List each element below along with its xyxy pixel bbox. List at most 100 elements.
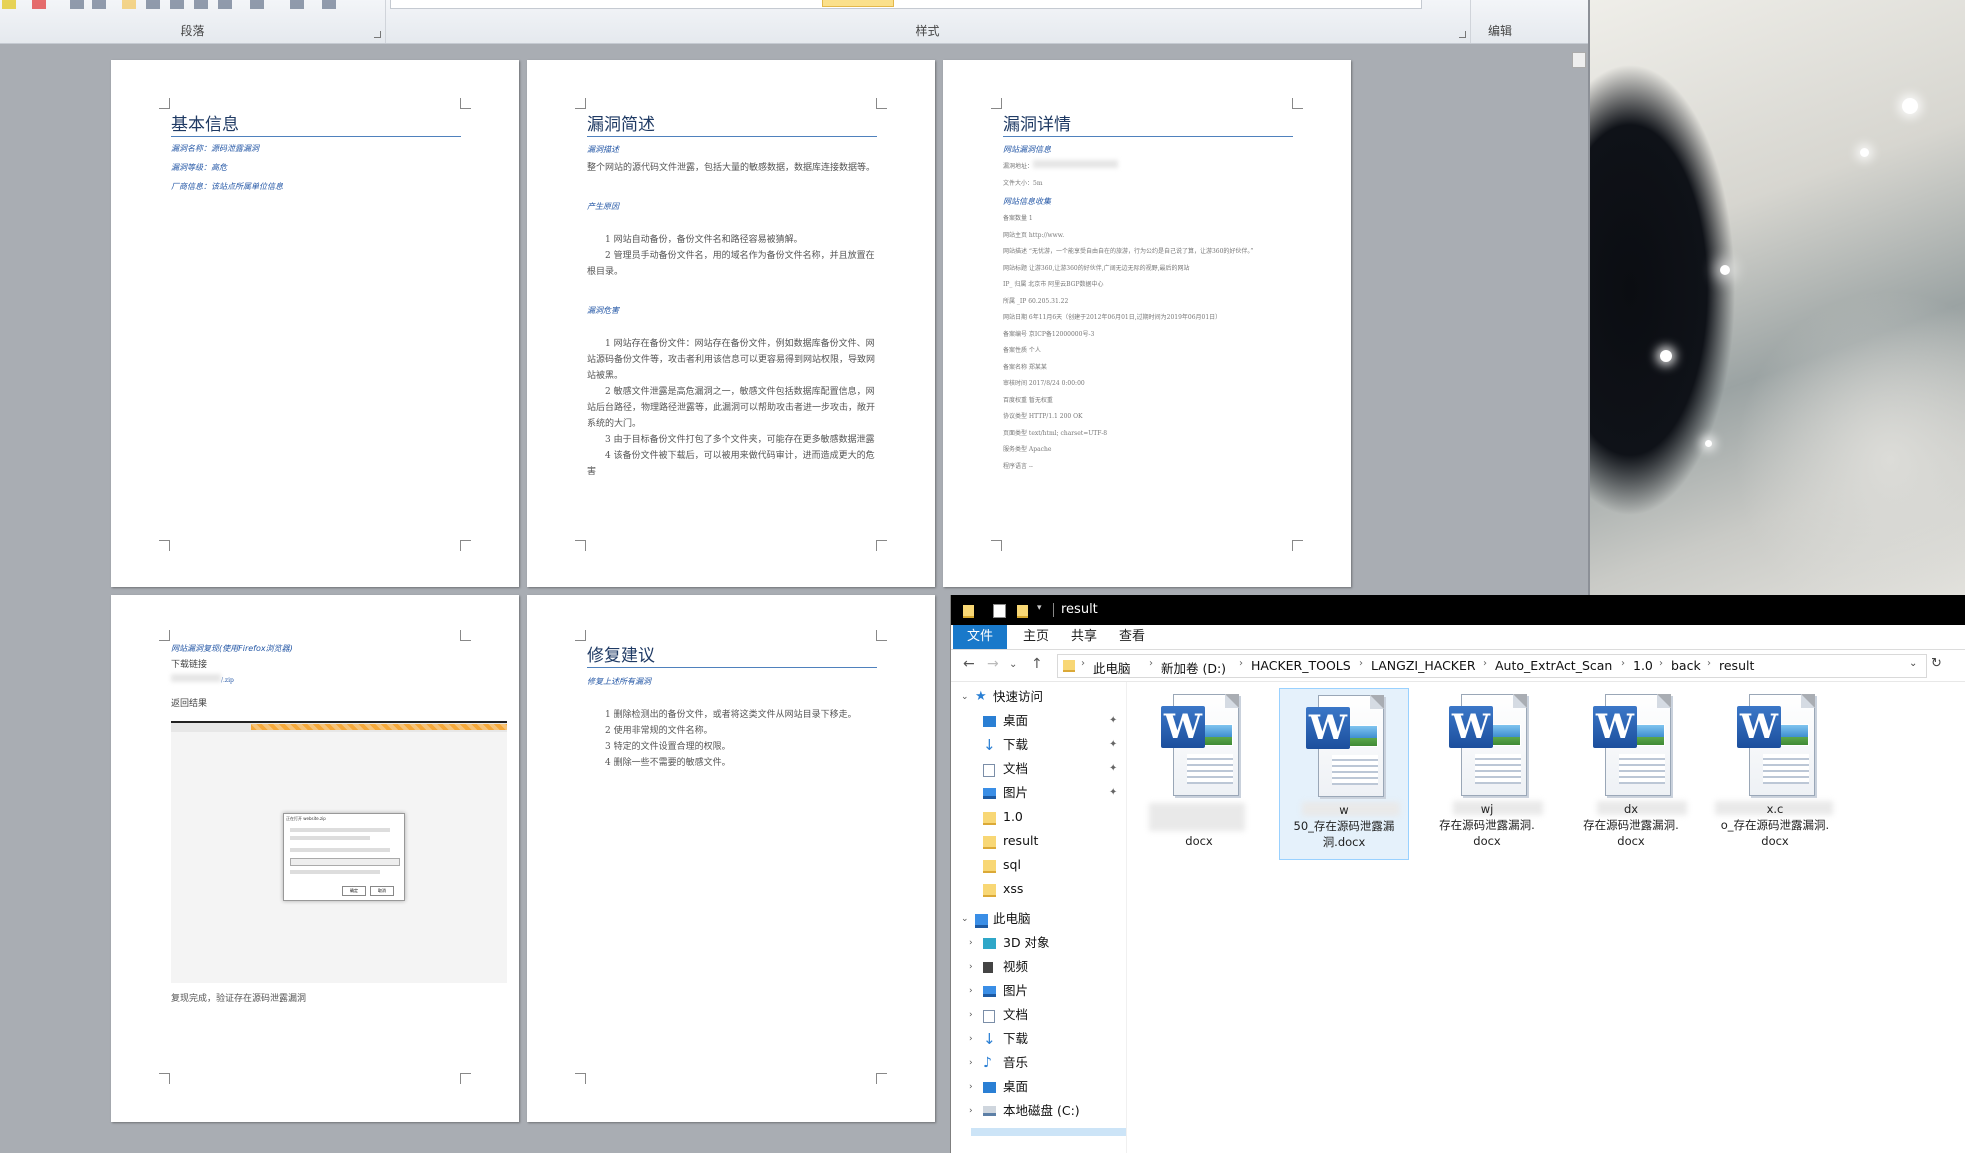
explorer-titlebar: ▾ result — [951, 595, 1965, 625]
tab-home[interactable]: 主页 — [1013, 625, 1059, 649]
nav-folder-xss[interactable]: xss — [951, 878, 1126, 900]
tab-file[interactable]: 文件 — [953, 625, 1007, 649]
site-info-list: 备案数量 1 网站主页 http://www. 网站描述 “无忧游，一个能享受自… — [1003, 215, 1254, 470]
word-ribbon: 段落 样式 编辑 — [0, 0, 1590, 44]
folder-icon — [983, 884, 996, 897]
nav-folder-result[interactable]: result — [951, 830, 1126, 852]
file-item-selected[interactable]: W w 50_存在源码泄露漏 洞.docx — [1279, 688, 1409, 860]
ribbon-tabs: 文件 主页 共享 查看 — [951, 625, 1965, 650]
expand-caret-icon[interactable]: ⌄ — [961, 686, 969, 708]
paragraph-group: 段落 — [0, 0, 386, 43]
collapse-caret-icon[interactable]: › — [969, 1004, 973, 1026]
editing-group: 编辑 — [1470, 0, 1530, 43]
styles-group-label: 样式 — [915, 24, 940, 38]
refresh-icon[interactable]: ↻ — [1931, 656, 1942, 671]
expand-caret-icon[interactable]: ⌄ — [961, 908, 969, 930]
recent-dropdown-icon[interactable]: ⌄ — [1009, 659, 1017, 670]
nav-folder-1-0[interactable]: 1.0 — [951, 806, 1126, 828]
back-arrow-icon[interactable]: ← — [963, 656, 975, 672]
collapse-caret-icon[interactable]: › — [969, 956, 973, 978]
file-item[interactable]: W docx — [1135, 688, 1263, 858]
nav-this-pc[interactable]: ⌄ 此电脑 — [951, 908, 1126, 930]
breadcrumb-auto-extract-scan[interactable]: Auto_ExtrAct_Scan — [1495, 658, 1612, 673]
breadcrumb-hacker-tools[interactable]: HACKER_TOOLS — [1251, 658, 1351, 673]
word-document-icon: W — [1161, 694, 1239, 798]
file-item[interactable]: W x.c o_存在源码泄露漏洞. docx — [1711, 688, 1839, 858]
music-icon: ♪ — [983, 1055, 992, 1071]
nav-videos[interactable]: › 视频 — [951, 956, 1126, 978]
file-explorer-window: ▾ result 文件 主页 共享 查看 ← → ⌄ ↑ › 此电脑 › 新加卷… — [950, 595, 1965, 1153]
breadcrumb-drive-d[interactable]: 新加卷 (D:) — [1161, 658, 1226, 677]
page-5: 修复建议 修复上述所有漏洞 1 删除检测出的备份文件，或者将这类文件从网站目录下… — [527, 595, 935, 1122]
up-arrow-icon[interactable]: ↑ — [1031, 656, 1043, 672]
collapse-caret-icon[interactable]: › — [969, 1100, 973, 1122]
qat-dropdown-icon[interactable]: ▾ — [1037, 603, 1042, 613]
address-dropdown-icon[interactable]: ⌄ — [1909, 658, 1917, 669]
breadcrumb-result[interactable]: result — [1719, 658, 1754, 673]
collapse-caret-icon[interactable]: › — [969, 932, 973, 954]
nav-documents[interactable]: 文档 ✦ — [951, 758, 1126, 780]
download-dialog: 正在打开 website.zip 确定 取消 — [283, 813, 405, 901]
page-3: 漏洞详情 网站漏洞信息 漏洞地址： 文件大小：5m 网站信息收集 备案数量 1 … — [943, 60, 1351, 587]
page-title: 基本信息 — [171, 110, 461, 137]
tab-view[interactable]: 查看 — [1109, 625, 1155, 649]
folder-icon — [983, 860, 996, 873]
editing-group-label: 编辑 — [1487, 24, 1512, 38]
file-list: W docx W w 50_存在源码泄露漏 洞.docx W wj 存在源码泄露… — [1127, 682, 1965, 1153]
tab-share[interactable]: 共享 — [1061, 625, 1107, 649]
3d-objects-icon — [983, 938, 996, 949]
pin-icon[interactable]: ✦ — [1109, 758, 1117, 780]
file-item[interactable]: W wj 存在源码泄露漏洞. docx — [1423, 688, 1551, 858]
nav-music[interactable]: › ♪ 音乐 — [951, 1052, 1126, 1074]
word-document-icon: W — [1306, 695, 1384, 799]
new-folder-icon[interactable] — [1017, 605, 1028, 618]
ruler-toggle-icon[interactable] — [1572, 52, 1586, 68]
properties-icon[interactable] — [993, 604, 1006, 618]
nav-documents-pc[interactable]: › 文档 — [951, 1004, 1126, 1026]
breadcrumb-this-pc[interactable]: 此电脑 — [1093, 658, 1131, 677]
forward-arrow-icon[interactable]: → — [987, 656, 999, 672]
nav-downloads[interactable]: ↓ 下载 ✦ — [951, 734, 1126, 756]
nav-pictures-pc[interactable]: › 图片 — [951, 980, 1126, 1002]
screenshot-figure: 正在打开 website.zip 确定 取消 — [171, 721, 507, 983]
causes-text: 1 网站自动备份，备份文件名和路径容易被猜解。 2 管理员手动备份文件名，用的域… — [587, 235, 875, 277]
page-2: 漏洞简述 漏洞描述 整个网站的源代码文件泄露，包括大量的敏感数据，数据库连接数据… — [527, 60, 935, 587]
nav-downloads-pc[interactable]: › ↓ 下载 — [951, 1028, 1126, 1050]
dialog-cancel-button[interactable]: 取消 — [370, 886, 394, 896]
dialog-title: 正在打开 website.zip — [286, 816, 326, 821]
drive-icon — [983, 1106, 996, 1116]
nav-desktop[interactable]: 桌面 ✦ — [951, 710, 1126, 732]
browser-tab — [251, 724, 507, 730]
pin-icon[interactable]: ✦ — [1109, 782, 1117, 804]
dialog-ok-button[interactable]: 确定 — [342, 886, 366, 896]
section-heading: 网站漏洞信息 — [1003, 145, 1051, 154]
page-1: 基本信息 漏洞名称：源码泄露漏洞 漏洞等级：高危 厂商信息：该站点所属单位信息 — [111, 60, 519, 587]
styles-launcher-icon[interactable] — [1459, 31, 1466, 38]
nav-quick-access[interactable]: ⌄ ★ 快速访问 — [951, 686, 1126, 708]
harms-text: 1 网站存在备份文件：网站存在备份文件，例如数据库备份文件、网站源码备份文件等，… — [587, 339, 876, 477]
file-item[interactable]: W dx 存在源码泄露漏洞. docx — [1567, 688, 1695, 858]
section-heading: 修复上述所有漏洞 — [587, 677, 651, 686]
nav-pictures[interactable]: 图片 ✦ — [951, 782, 1126, 804]
vuln-level: 漏洞等级：高危 — [171, 163, 227, 172]
breadcrumb-back[interactable]: back — [1671, 658, 1701, 673]
nav-desktop-pc[interactable]: › 桌面 — [951, 1076, 1126, 1098]
breadcrumb-1-0[interactable]: 1.0 — [1633, 658, 1653, 673]
collapse-caret-icon[interactable]: › — [969, 1076, 973, 1098]
address-folder-icon — [1063, 660, 1075, 672]
nav-folder-sql[interactable]: sql — [951, 854, 1126, 876]
paragraph-launcher-icon[interactable] — [374, 31, 381, 38]
nav-drive-c[interactable]: › 本地磁盘 (C:) — [951, 1100, 1126, 1122]
file-name: wj 存在源码泄露漏洞. docx — [1423, 801, 1551, 849]
section-heading: 网站漏洞复现(使用Firefox浏览器) — [171, 644, 293, 653]
file-name: dx 存在源码泄露漏洞. docx — [1567, 801, 1695, 849]
breadcrumb-langzi-hacker[interactable]: LANGZI_HACKER — [1371, 658, 1476, 673]
collapse-caret-icon[interactable]: › — [969, 1028, 973, 1050]
page-title: 漏洞简述 — [587, 110, 877, 137]
pin-icon[interactable]: ✦ — [1109, 710, 1117, 732]
description-text: 整个网站的源代码文件泄露，包括大量的敏感数据，数据库连接数据等。 — [587, 163, 876, 173]
nav-3d-objects[interactable]: › 3D 对象 — [951, 932, 1126, 954]
collapse-caret-icon[interactable]: › — [969, 1052, 973, 1074]
pin-icon[interactable]: ✦ — [1109, 734, 1117, 756]
collapse-caret-icon[interactable]: › — [969, 980, 973, 1002]
